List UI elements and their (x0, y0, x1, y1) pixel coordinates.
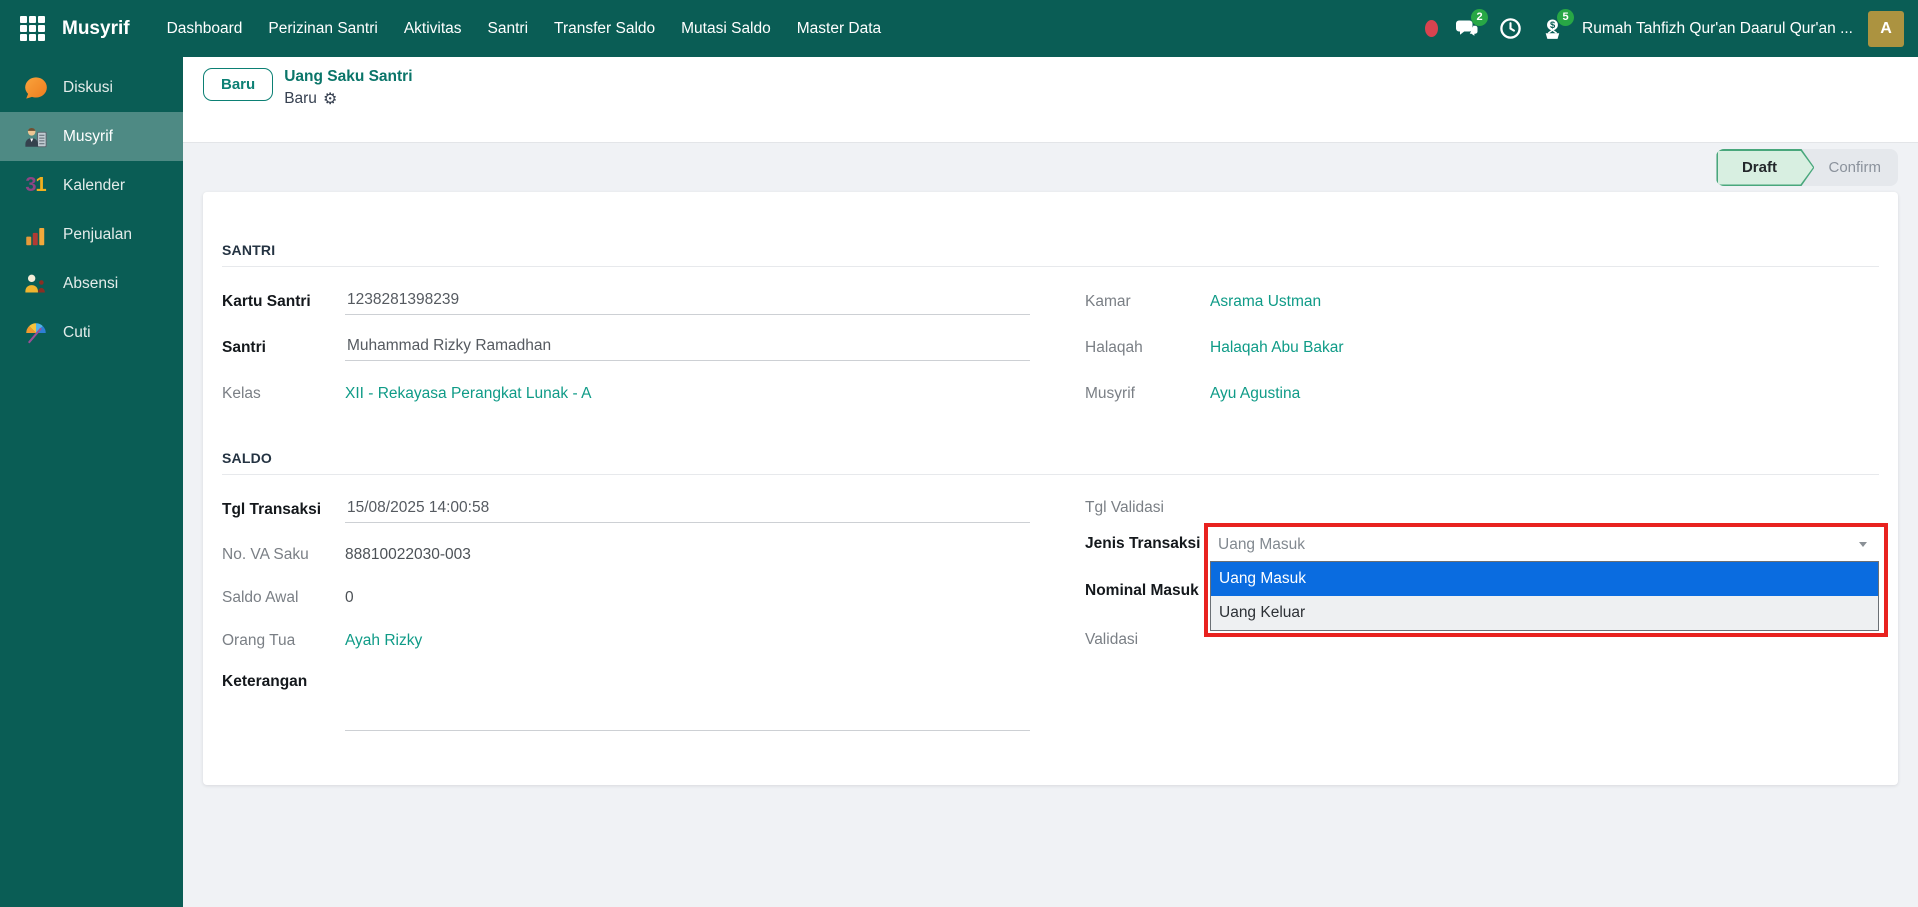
breadcrumb-model-link[interactable]: Uang Saku Santri (284, 68, 412, 86)
statusbar-step-confirm[interactable]: Confirm (1814, 149, 1898, 186)
activities-clock-icon[interactable] (1496, 15, 1524, 43)
field-label: Orang Tua (222, 632, 345, 650)
top-navbar: Musyrif Dashboard Perizinan Santri Aktiv… (0, 0, 1918, 57)
field-row-orang-tua: Orang Tua Ayah Rizky (222, 619, 1030, 663)
field-label: Saldo Awal (222, 589, 345, 607)
sidebar-item-musyrif[interactable]: Musyrif (0, 112, 183, 161)
field-label: Santri (222, 339, 345, 357)
sidebar-item-absensi[interactable]: Absensi (0, 259, 183, 308)
kamar-link[interactable]: Asrama Ustman (1210, 293, 1879, 311)
musyrif-link[interactable]: Ayu Agustina (1210, 385, 1879, 403)
kelas-link[interactable]: XII - Rekayasa Perangkat Lunak - A (345, 385, 1030, 403)
svg-text:$: $ (1549, 20, 1555, 30)
saldo-awal-value: 0 (345, 589, 1030, 607)
app-sidebar: Diskusi Musyrif 31 Kalender Penjualan (0, 57, 183, 907)
section-divider (222, 266, 1879, 267)
section-title-santri: SANTRI (222, 242, 1879, 258)
tgl-transaksi-input[interactable]: 15/08/2025 14:00:58 (345, 497, 1030, 523)
chevron-down-icon (1859, 542, 1867, 547)
section-divider (222, 474, 1879, 475)
santri-input[interactable]: Muhammad Rizky Ramadhan (345, 335, 1030, 361)
sidebar-item-kalender[interactable]: 31 Kalender (0, 161, 183, 210)
jenis-transaksi-select[interactable]: Uang Masuk (1210, 528, 1879, 561)
field-label: Tgl Validasi (1085, 499, 1210, 517)
dropdown-option-uang-masuk[interactable]: Uang Masuk (1211, 562, 1878, 596)
apps-grid-icon[interactable] (20, 16, 46, 42)
field-row-tgl-validasi: Tgl Validasi (1085, 487, 1879, 528)
calendar-31-icon: 31 (22, 172, 49, 199)
field-row-jenis-transaksi: Jenis Transaksi Uang Masuk Uang Masuk Ua… (1085, 528, 1879, 566)
umbrella-icon (22, 319, 49, 346)
app-brand[interactable]: Musyrif (62, 18, 130, 40)
field-row-kartu-santri: Kartu Santri 1238281398239 (222, 279, 1030, 325)
menu-perizinan-santri[interactable]: Perizinan Santri (255, 11, 390, 47)
field-label: Validasi (1085, 631, 1210, 649)
gear-icon[interactable]: ⚙ (323, 89, 337, 109)
field-label: Kamar (1085, 293, 1210, 311)
sidebar-item-label: Diskusi (63, 79, 113, 97)
person-ledger-icon (22, 123, 49, 150)
user-avatar[interactable]: A (1868, 11, 1904, 47)
status-row: Draft Confirm (183, 143, 1918, 192)
menu-master-data[interactable]: Master Data (784, 11, 894, 47)
field-row-musyrif: Musyrif Ayu Agustina (1085, 371, 1879, 417)
statusbar-step-draft[interactable]: Draft (1716, 149, 1814, 186)
messages-badge: 2 (1471, 9, 1488, 26)
field-label: Kartu Santri (222, 293, 345, 311)
sidebar-item-diskusi[interactable]: Diskusi (0, 63, 183, 112)
jenis-transaksi-dropdown: Uang Masuk Uang Keluar (1210, 561, 1879, 631)
field-label: No. VA Saku (222, 546, 345, 564)
dropdown-option-uang-keluar[interactable]: Uang Keluar (1211, 596, 1878, 630)
menu-santri[interactable]: Santri (475, 11, 542, 47)
field-row-no-va-saku: No. VA Saku 88810022030-003 (222, 533, 1030, 577)
sidebar-item-label: Kalender (63, 177, 125, 195)
messages-icon[interactable]: 2 (1453, 15, 1481, 43)
field-row-halaqah: Halaqah Halaqah Abu Bakar (1085, 325, 1879, 371)
field-row-keterangan: Keterangan (222, 663, 1030, 731)
field-row-santri: Santri Muhammad Rizky Ramadhan (222, 325, 1030, 371)
breadcrumb-record-name: Baru (284, 90, 317, 108)
money-badge: 5 (1557, 9, 1574, 26)
main-menu: Dashboard Perizinan Santri Aktivitas San… (154, 11, 895, 47)
sidebar-item-cuti[interactable]: Cuti (0, 308, 183, 357)
sidebar-item-label: Penjualan (63, 226, 132, 244)
people-icon (22, 270, 49, 297)
statusbar: Draft Confirm (1716, 149, 1898, 186)
kartu-santri-input[interactable]: 1238281398239 (345, 289, 1030, 315)
bar-chart-icon (22, 221, 49, 248)
field-row-tgl-transaksi: Tgl Transaksi 15/08/2025 14:00:58 (222, 487, 1030, 533)
main-area: Baru Uang Saku Santri Baru ⚙ Draft Confi… (183, 57, 1918, 907)
field-label: Halaqah (1085, 339, 1210, 357)
field-row-kamar: Kamar Asrama Ustman (1085, 279, 1879, 325)
menu-mutasi-saldo[interactable]: Mutasi Saldo (668, 11, 784, 47)
field-label: Nominal Masuk (1085, 582, 1210, 600)
sidebar-item-penjualan[interactable]: Penjualan (0, 210, 183, 259)
field-label: Keterangan (222, 673, 345, 691)
field-label: Jenis Transaksi (1085, 528, 1210, 553)
menu-transfer-saldo[interactable]: Transfer Saldo (541, 11, 668, 47)
form-sheet: SANTRI Kartu Santri 1238281398239 Santri… (203, 192, 1898, 785)
orang-tua-link[interactable]: Ayah Rizky (345, 632, 1030, 650)
recording-indicator-icon[interactable] (1425, 20, 1438, 37)
field-row-saldo-awal: Saldo Awal 0 (222, 577, 1030, 619)
sidebar-item-label: Musyrif (63, 128, 113, 146)
field-label: Musyrif (1085, 385, 1210, 403)
company-name[interactable]: Rumah Tahfizh Qur'an Daarul Qur'an ... (1582, 20, 1853, 38)
field-label: Tgl Transaksi (222, 501, 345, 519)
section-title-saldo: SALDO (222, 450, 1879, 466)
keterangan-textarea[interactable] (345, 673, 1030, 731)
no-va-saku-value: 88810022030-003 (345, 546, 1030, 564)
field-row-kelas: Kelas XII - Rekayasa Perangkat Lunak - A (222, 371, 1030, 417)
halaqah-link[interactable]: Halaqah Abu Bakar (1210, 339, 1879, 357)
sidebar-item-label: Absensi (63, 275, 118, 293)
statusbar-step-label: Draft (1716, 149, 1814, 186)
menu-dashboard[interactable]: Dashboard (154, 11, 256, 47)
new-record-button[interactable]: Baru (203, 68, 273, 101)
menu-aktivitas[interactable]: Aktivitas (391, 11, 475, 47)
sidebar-item-label: Cuti (63, 324, 91, 342)
money-deposit-icon[interactable]: $ 5 (1539, 15, 1567, 43)
chat-bubble-icon (22, 74, 49, 101)
field-label: Kelas (222, 385, 345, 403)
breadcrumb: Baru Uang Saku Santri Baru ⚙ (183, 57, 1918, 143)
